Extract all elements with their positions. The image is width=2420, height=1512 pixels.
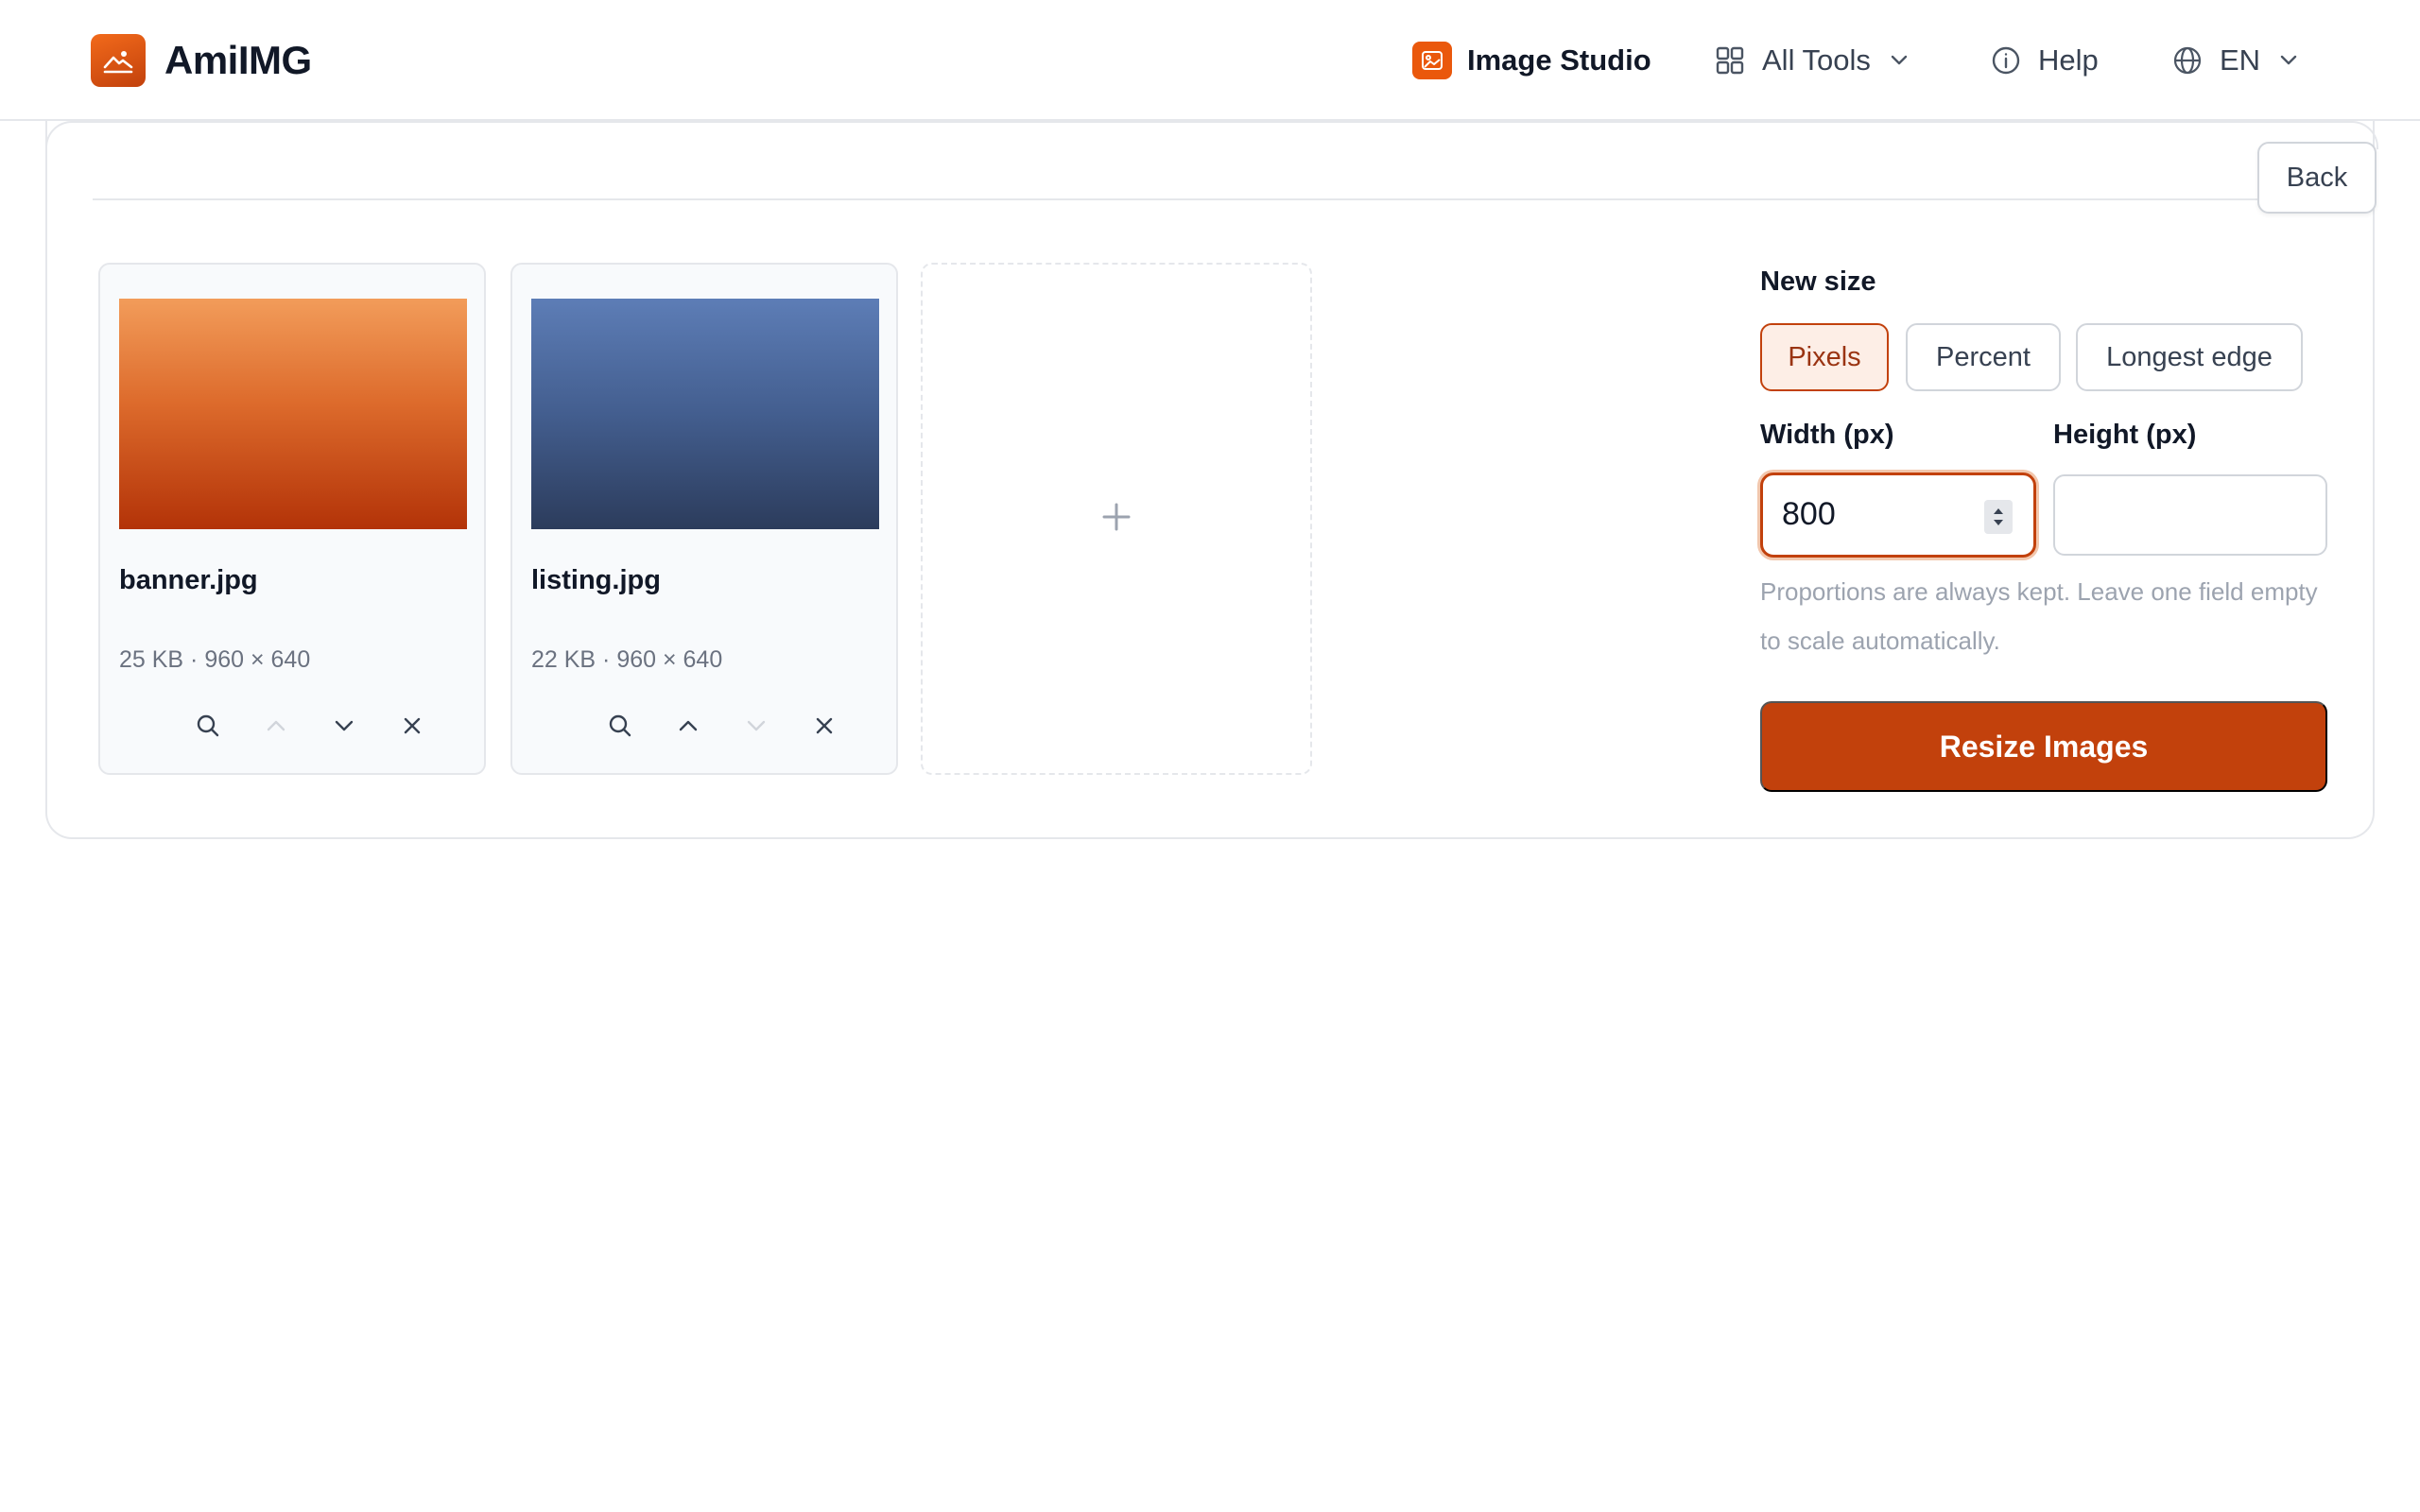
file-actions — [586, 707, 858, 745]
info-icon — [1991, 45, 2021, 76]
file-name: listing.jpg — [531, 565, 661, 595]
brand-name: AmiIMG — [164, 38, 312, 82]
plus-icon — [1101, 502, 1132, 537]
mode-percent-button[interactable]: Percent — [1906, 323, 2061, 391]
resize-panel: Back banner.jpg 25 KB · 960 × 640 listin… — [45, 121, 2378, 839]
remove-icon[interactable] — [378, 707, 446, 745]
language-label: EN — [2220, 43, 2261, 77]
move-up-icon[interactable] — [654, 707, 722, 745]
nav-help[interactable]: Help — [1991, 38, 2099, 83]
file-actions — [174, 707, 446, 745]
height-input[interactable] — [2053, 474, 2327, 556]
image-thumbnail — [119, 299, 467, 529]
divider — [93, 198, 2305, 200]
number-stepper-icon[interactable] — [1984, 500, 2013, 534]
file-name: banner.jpg — [119, 565, 258, 595]
mode-pixels-button[interactable]: Pixels — [1760, 323, 1889, 391]
brand-logo-icon — [91, 34, 146, 87]
app-header: AmiIMG Image Studio All Tools Help EN — [0, 0, 2420, 121]
chevron-down-icon — [2279, 55, 2298, 66]
add-image-tile[interactable] — [921, 263, 1312, 775]
nav-all-tools[interactable]: All Tools — [1715, 38, 1909, 83]
remove-icon[interactable] — [790, 707, 858, 745]
new-size-label: New size — [1760, 266, 1876, 297]
width-input[interactable]: 800 — [1760, 472, 2036, 558]
chevron-down-icon — [1890, 55, 1909, 66]
height-label: Height (px) — [2053, 420, 2197, 450]
mode-longest-edge-button[interactable]: Longest edge — [2076, 323, 2303, 391]
zoom-icon[interactable] — [586, 707, 654, 745]
globe-icon — [2172, 45, 2203, 76]
image-icon — [1412, 42, 1452, 79]
nav-image-studio-label: Image Studio — [1467, 43, 1651, 77]
width-value: 800 — [1782, 496, 1836, 532]
resize-images-button[interactable]: Resize Images — [1760, 701, 2327, 792]
width-label: Width (px) — [1760, 420, 1894, 450]
back-button[interactable]: Back — [2257, 142, 2377, 214]
file-card: banner.jpg 25 KB · 960 × 640 — [98, 263, 486, 775]
language-selector[interactable]: EN — [2172, 38, 2298, 83]
nav-help-label: Help — [2038, 43, 2099, 77]
move-up-icon[interactable] — [242, 707, 310, 745]
file-meta: 22 KB · 960 × 640 — [531, 646, 723, 673]
nav-all-tools-label: All Tools — [1762, 43, 1871, 77]
move-down-icon[interactable] — [310, 707, 378, 745]
nav-image-studio[interactable]: Image Studio — [1412, 38, 1651, 83]
grid-icon — [1715, 45, 1745, 76]
brand[interactable]: AmiIMG — [91, 34, 312, 87]
proportions-hint: Proportions are always kept. Leave one f… — [1760, 577, 2318, 655]
move-down-icon[interactable] — [722, 707, 790, 745]
image-thumbnail — [531, 299, 879, 529]
file-meta: 25 KB · 960 × 640 — [119, 646, 311, 673]
zoom-icon[interactable] — [174, 707, 242, 745]
file-card: listing.jpg 22 KB · 960 × 640 — [510, 263, 898, 775]
